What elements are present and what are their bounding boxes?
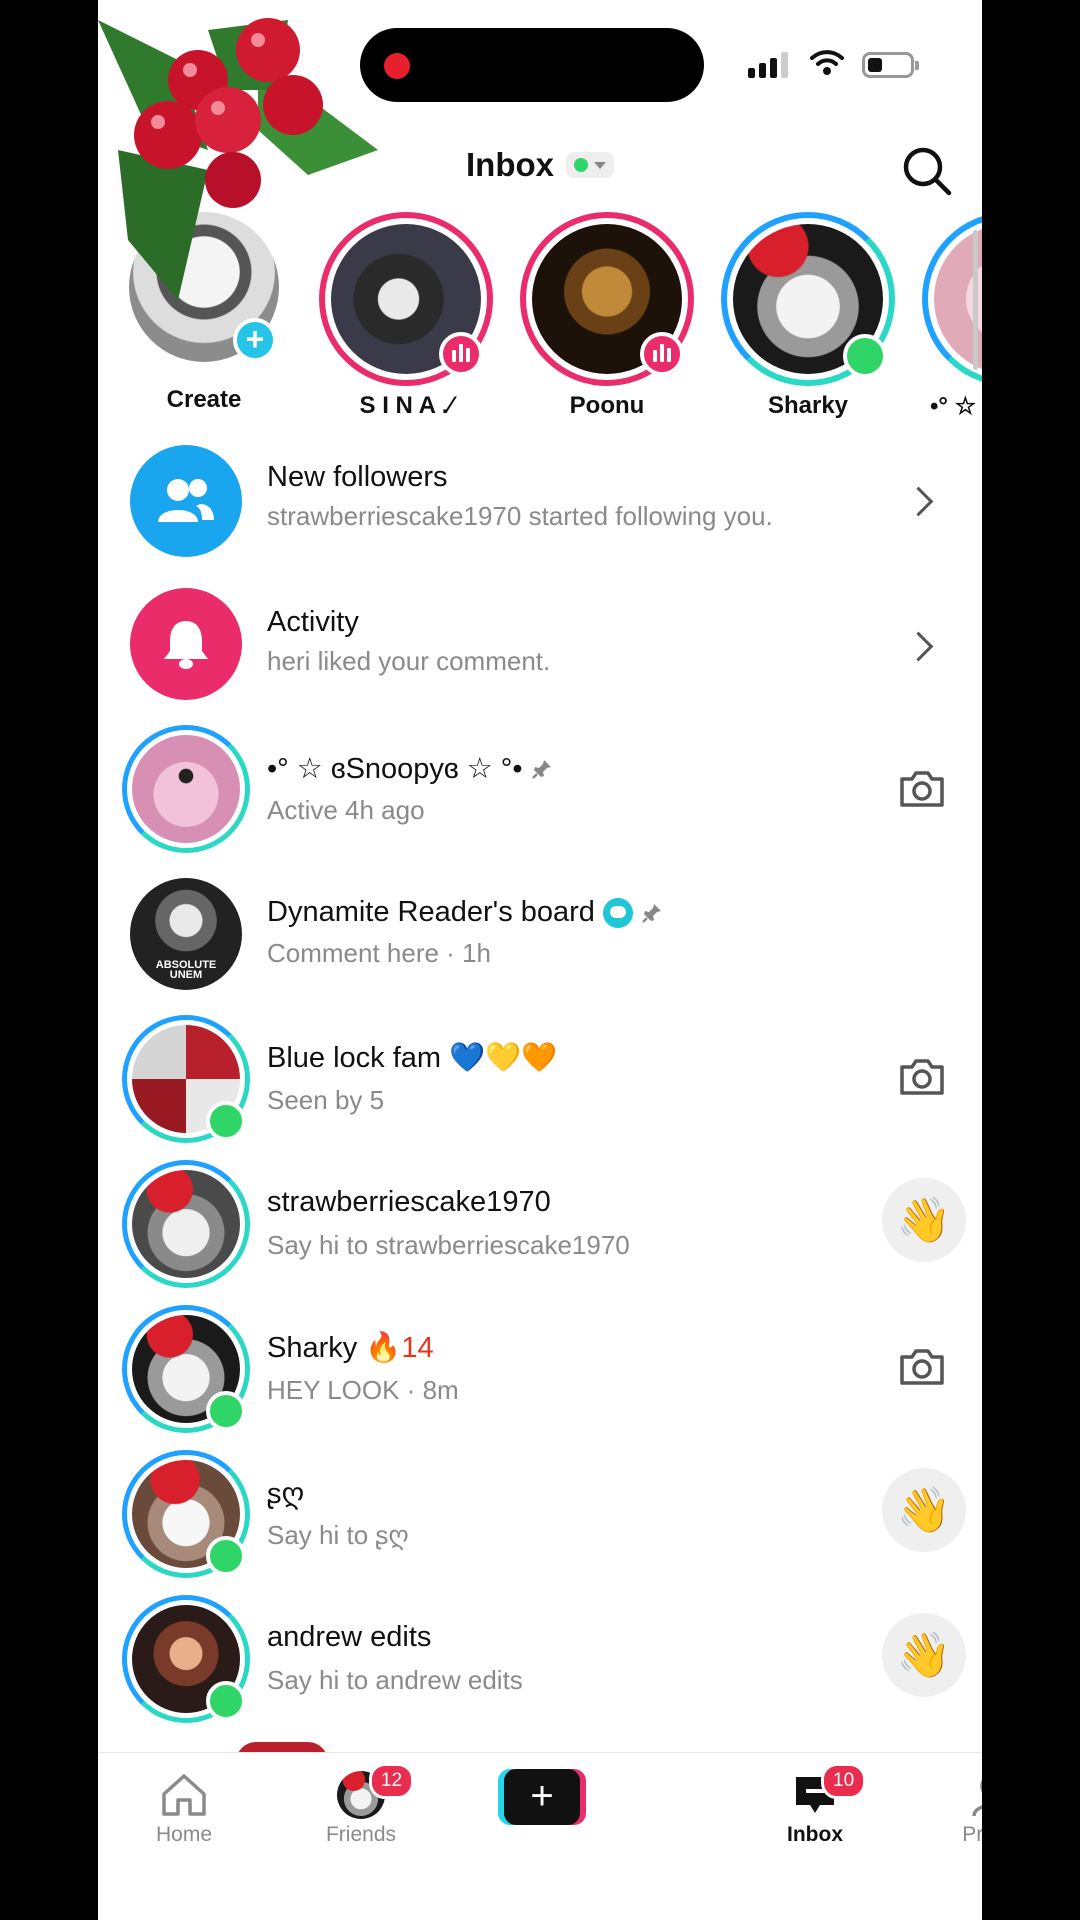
notification-badge: 12 (369, 1763, 415, 1799)
tab-label: Friends (325, 1823, 397, 1846)
music-icon (439, 332, 483, 376)
wave-hand-button[interactable]: 👋 (882, 1178, 966, 1262)
chat-row[interactable]: Sharky 🔥14 HEY LOOK · 8m (98, 1299, 982, 1439)
row-subtitle: Active 4h ago (267, 795, 425, 825)
chevron-right-icon (903, 631, 934, 662)
camera-icon[interactable] (898, 769, 946, 809)
wave-icon: 👋 (896, 1196, 952, 1245)
row-title: Blue lock fam 💙💛🧡 (267, 1042, 558, 1074)
followers-icon (130, 445, 242, 557)
streak-badge: 🔥14 (365, 1332, 434, 1364)
create-button[interactable]: + (498, 1769, 586, 1825)
camera-icon[interactable] (898, 1347, 946, 1387)
row-title: New followers (267, 461, 448, 493)
add-story-icon[interactable]: + (233, 318, 277, 362)
online-status-icon (206, 1391, 246, 1431)
tab-label: Inbox (787, 1823, 843, 1846)
online-status-icon (206, 1101, 246, 1141)
row-subtitle: heri liked your comment. (267, 646, 551, 676)
avatar: ABSOLUTE UNEM (130, 878, 242, 990)
wave-hand-button[interactable]: 👋 (882, 1468, 966, 1552)
page-header: Inbox (98, 146, 982, 184)
pin-icon (642, 903, 661, 923)
story-name: Create (166, 386, 242, 413)
chevron-right-icon (903, 486, 934, 517)
online-status-icon (206, 1681, 246, 1721)
chevron-down-icon (594, 161, 606, 169)
wifi-icon (810, 50, 844, 75)
new-followers-row[interactable]: New followers strawberriescake1970 start… (98, 429, 982, 569)
wave-icon: 👋 (896, 1486, 952, 1535)
bottom-tab-bar: Home 12 Friends + 10 Inbox Profile (98, 1752, 982, 1920)
chat-row[interactable]: ʂღ Say hi to ʂღ 👋 (98, 1444, 982, 1584)
stories-bar: + Create S I N A .⁄ Poonu Sharky •° ☆ ɞ (98, 212, 982, 420)
story-item[interactable]: S I N A .⁄ (311, 212, 501, 420)
story-item[interactable]: Poonu (512, 212, 702, 420)
chat-row[interactable]: strawberriescake1970 Say hi to strawberr… (98, 1154, 982, 1294)
tab-label: Profile (962, 1823, 982, 1846)
search-icon[interactable] (900, 144, 954, 198)
activity-row[interactable]: Activity heri liked your comment. (98, 574, 982, 714)
page-title: Inbox (466, 146, 554, 183)
row-title: ʂღ (267, 1478, 305, 1510)
chat-bubble-icon (602, 897, 633, 928)
row-subtitle: Seen by 5 (267, 1085, 385, 1115)
tab-profile[interactable]: Profile (922, 1767, 982, 1847)
pin-icon (531, 759, 551, 779)
music-icon (640, 332, 684, 376)
tab-home[interactable]: Home (114, 1767, 254, 1847)
dynamic-island (360, 28, 704, 102)
online-status-toggle[interactable] (566, 152, 614, 178)
chat-row[interactable]: Blue lock fam 💙💛🧡 Seen by 5 (98, 1009, 982, 1149)
row-subtitle: strawberriescake1970 started following y… (267, 501, 773, 531)
row-subtitle: Say hi to andrew edits (267, 1665, 523, 1695)
row-title: •° ☆ ɞSnoopyɞ ☆ °• (267, 753, 523, 785)
plus-icon: + (504, 1769, 580, 1825)
tab-inbox[interactable]: 10 Inbox (745, 1763, 885, 1847)
online-status-icon (574, 158, 588, 172)
chat-row[interactable]: andrew edits Say hi to andrew edits 👋 (98, 1589, 982, 1729)
home-icon (162, 1774, 206, 1816)
row-subtitle: Comment here · 1h (267, 938, 491, 968)
camera-icon[interactable] (898, 1057, 946, 1097)
story-name: S I N A .⁄ (359, 392, 453, 419)
notification-badge: 10 (821, 1763, 867, 1799)
row-title: Dynamite Reader's board (267, 896, 595, 928)
tab-label: Home (155, 1823, 213, 1846)
inbox-screen: Inbox + Create S I N A .⁄ Poonu Sharky •… (98, 0, 982, 1920)
row-subtitle: Say hi to ʂღ (267, 1520, 409, 1550)
battery-icon (862, 52, 919, 78)
scrollbar[interactable] (973, 230, 978, 370)
online-status-icon (843, 334, 887, 378)
story-create[interactable]: + Create (109, 212, 299, 414)
chat-row[interactable]: ABSOLUTE UNEM Dynamite Reader's board Co… (98, 864, 982, 1004)
story-item[interactable]: Sharky (713, 212, 903, 420)
story-name: Sharky (767, 392, 849, 419)
story-name: Poonu (569, 392, 645, 419)
story-name: •° ☆ ɞ (930, 393, 982, 420)
cellular-signal-icon (748, 52, 788, 78)
avatar (132, 735, 240, 843)
row-subtitle: HEY LOOK · 8m (267, 1375, 459, 1405)
avatar (132, 1170, 240, 1278)
avatar-caption: ABSOLUTE UNEM (155, 959, 217, 981)
bell-icon (130, 588, 242, 700)
profile-icon (972, 1779, 982, 1817)
wave-icon: 👋 (896, 1631, 952, 1680)
row-title: strawberriescake1970 (267, 1186, 551, 1218)
chat-row[interactable]: •° ☆ ɞSnoopyɞ ☆ °• Active 4h ago (98, 719, 982, 859)
row-title: Activity (267, 606, 359, 638)
online-status-icon (206, 1536, 246, 1576)
wave-hand-button[interactable]: 👋 (882, 1613, 966, 1697)
row-title: Sharky (267, 1331, 358, 1364)
row-subtitle: Say hi to strawberriescake1970 (267, 1230, 630, 1260)
recording-indicator-icon (384, 53, 410, 79)
story-item[interactable]: •° ☆ ɞ (914, 212, 982, 421)
row-title: andrew edits (267, 1621, 432, 1653)
tab-friends[interactable]: 12 Friends (291, 1763, 431, 1847)
